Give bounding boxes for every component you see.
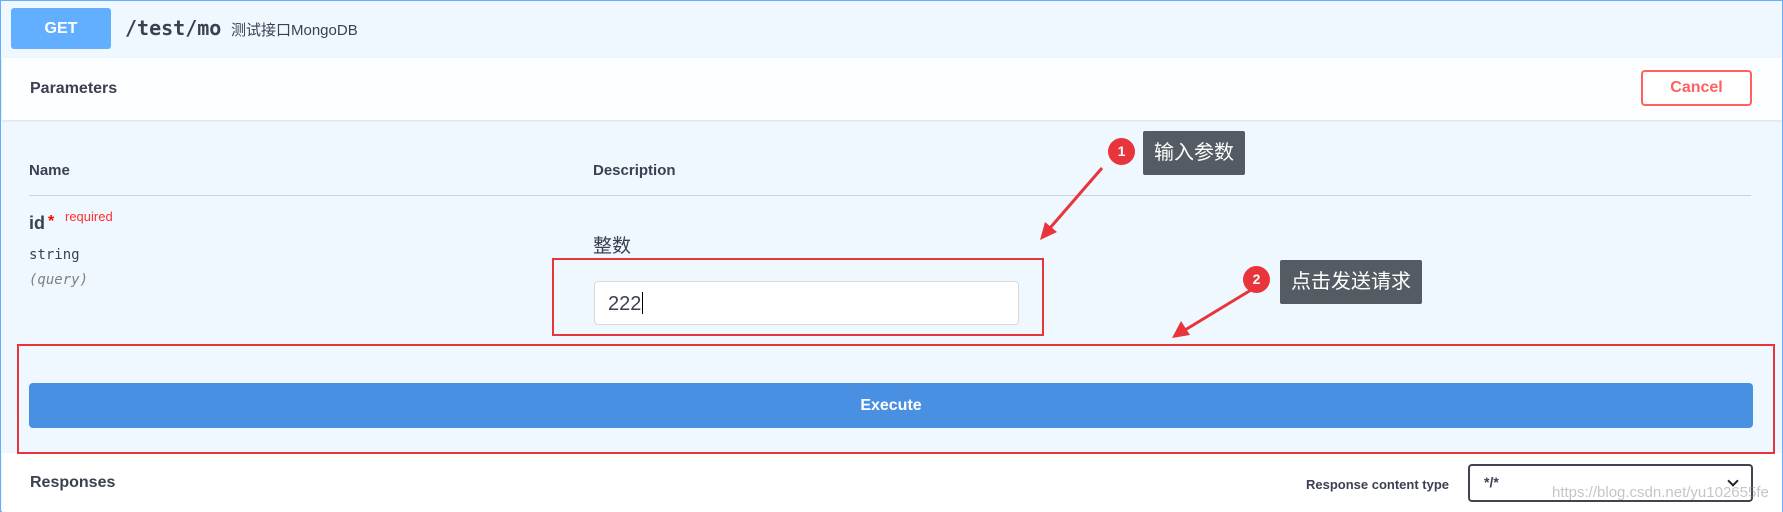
- required-star: *: [48, 213, 55, 230]
- annotation-marker-2: 2: [1243, 266, 1270, 293]
- param-name-text: id: [29, 213, 45, 233]
- annotation-box-execute: [17, 344, 1775, 454]
- response-content-type-value: */*: [1484, 474, 1499, 490]
- param-location: (query): [29, 272, 89, 288]
- required-label: required: [65, 209, 113, 224]
- annotation-marker-1: 1: [1108, 138, 1135, 165]
- annotation-label-1: 输入参数: [1143, 131, 1245, 175]
- http-method-badge: GET: [11, 8, 111, 49]
- watermark: https://blog.csdn.net/yu102655fe: [1552, 484, 1769, 501]
- response-content-type-label: Response content type: [1306, 477, 1450, 492]
- annotation-box-input: [552, 258, 1044, 336]
- param-type: string: [29, 247, 80, 263]
- parameters-header: Parameters Cancel: [2, 58, 1782, 120]
- operation-path: /test/mo: [125, 16, 222, 40]
- column-header-name: Name: [29, 162, 70, 179]
- operation-summary[interactable]: GET /test/mo 测试接口MongoDB: [1, 1, 1782, 57]
- responses-title: Responses: [30, 474, 116, 491]
- column-header-description: Description: [593, 162, 676, 179]
- param-description: 整数: [593, 236, 632, 257]
- param-name: id *: [29, 213, 54, 234]
- table-header-divider: [29, 195, 1751, 196]
- annotation-label-2: 点击发送请求: [1280, 260, 1422, 304]
- cancel-button[interactable]: Cancel: [1641, 70, 1752, 106]
- responses-header: Responses Response content type */*: [2, 453, 1782, 512]
- parameters-title: Parameters: [30, 80, 118, 97]
- operation-description: 测试接口MongoDB: [231, 22, 358, 39]
